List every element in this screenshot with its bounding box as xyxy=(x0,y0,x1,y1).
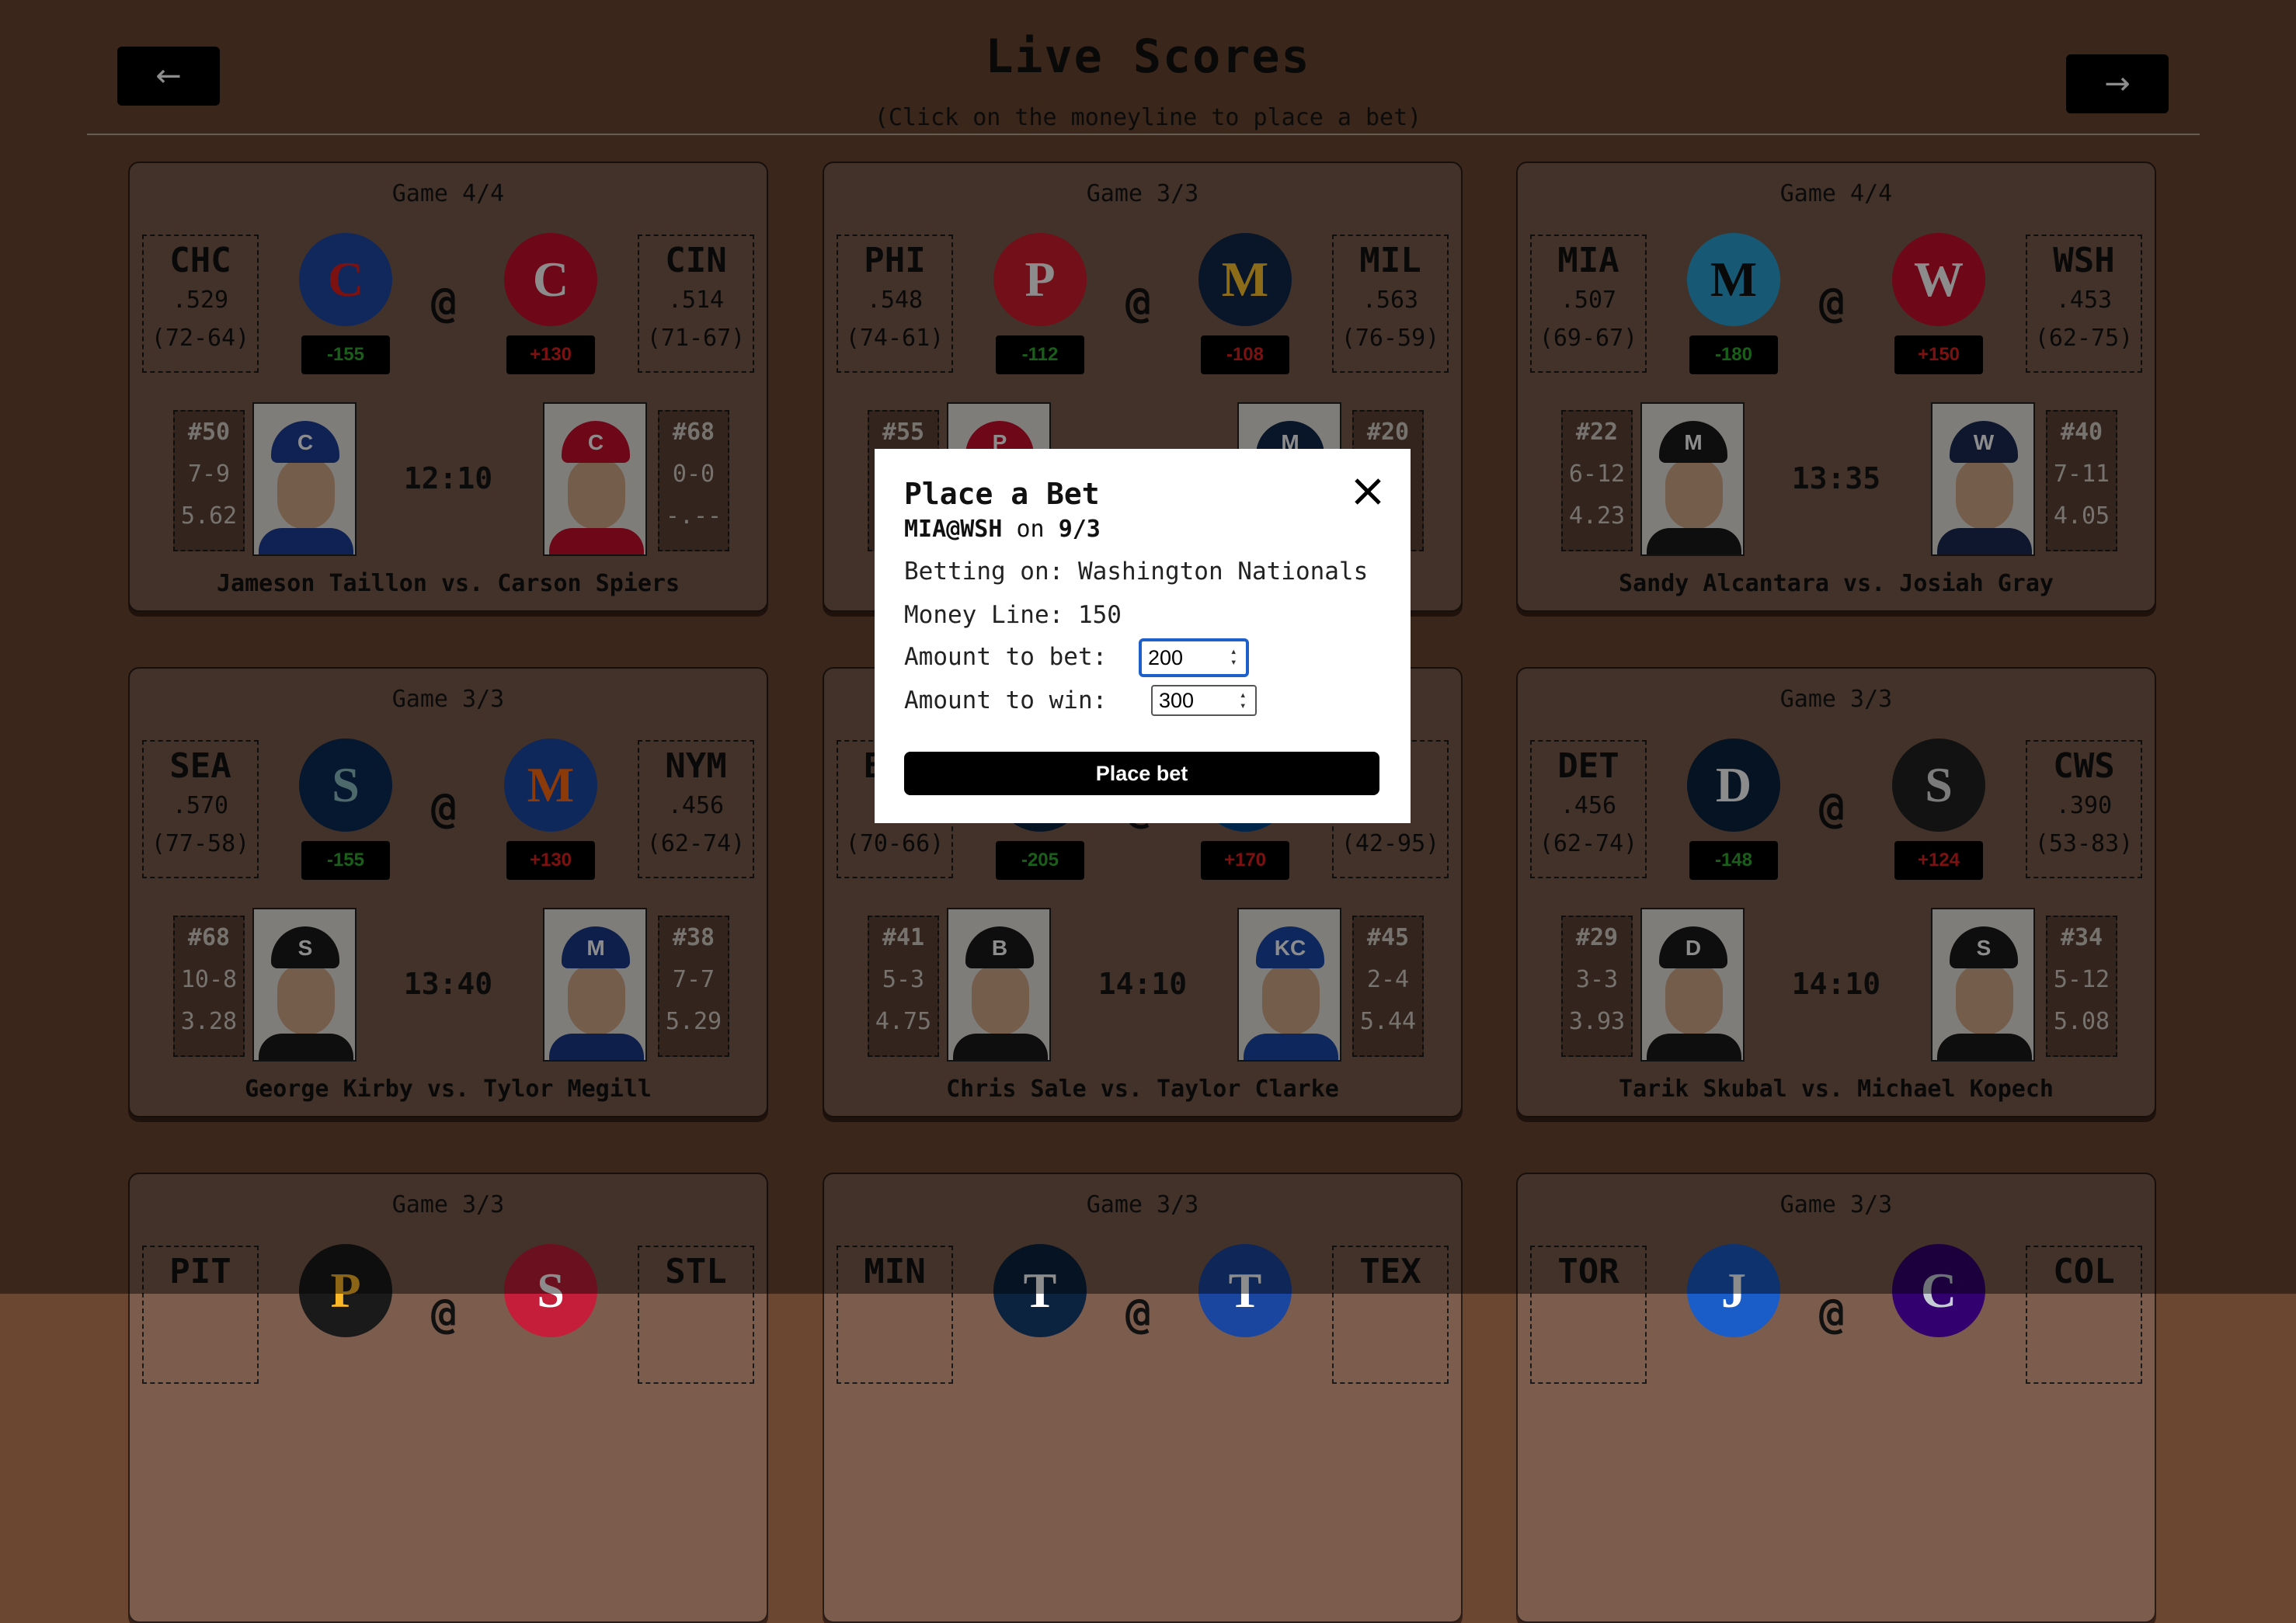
amount-win-label: Amount to win: xyxy=(904,686,1108,714)
modal-date: 9/3 xyxy=(1058,516,1101,543)
money-line-label: Money Line: xyxy=(904,601,1064,629)
at-symbol: @ xyxy=(431,1289,457,1338)
modal-on-word: on xyxy=(1016,516,1045,543)
modal-game: MIA@WSH xyxy=(904,516,1003,543)
money-line-value: 150 xyxy=(1077,601,1122,629)
betting-on-team: Washington Nationals xyxy=(1077,558,1369,586)
win-stepper-icon[interactable]: ▴ ▾ xyxy=(1240,690,1246,711)
betting-on-row: Betting on: Washington Nationals xyxy=(904,558,1368,586)
at-symbol: @ xyxy=(1819,1289,1845,1338)
place-bet-button[interactable]: Place bet xyxy=(904,752,1379,795)
modal-title: Place a Bet xyxy=(904,477,1100,511)
betting-on-label: Betting on: xyxy=(904,558,1064,586)
bet-stepper-icon[interactable]: ▴ ▾ xyxy=(1230,646,1237,668)
place-bet-modal: Place a Bet MIA@WSH on 9/3 Betting on: W… xyxy=(875,449,1411,823)
money-line-row: Money Line: 150 xyxy=(904,601,1122,629)
at-symbol: @ xyxy=(1125,1289,1151,1338)
modal-game-info: MIA@WSH on 9/3 xyxy=(904,516,1101,543)
amount-bet-label: Amount to bet: xyxy=(904,643,1108,671)
close-icon[interactable] xyxy=(1352,475,1384,508)
